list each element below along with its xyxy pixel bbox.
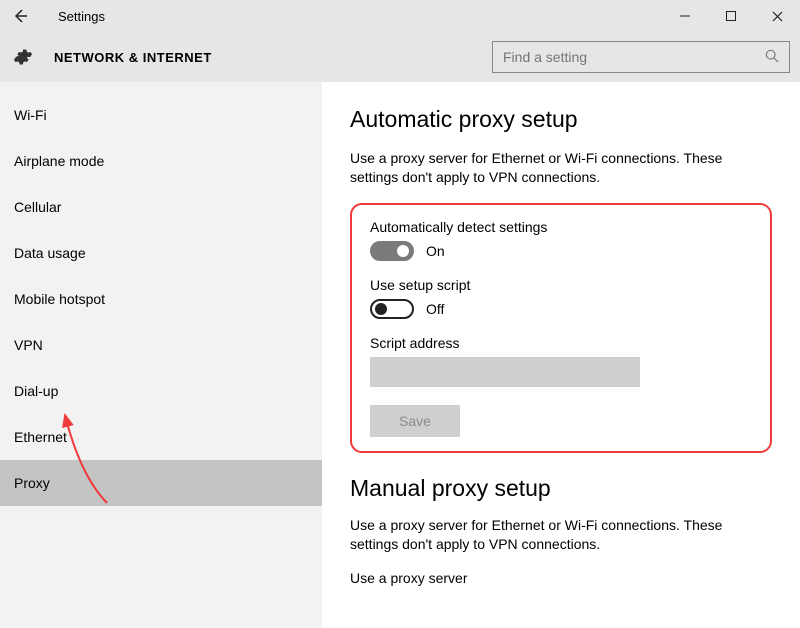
sidebar-item-dialup[interactable]: Dial-up	[0, 368, 322, 414]
sidebar-item-label: Ethernet	[14, 429, 67, 445]
sidebar-item-airplane[interactable]: Airplane mode	[0, 138, 322, 184]
sidebar-item-wifi[interactable]: Wi-Fi	[0, 92, 322, 138]
detect-toggle-state: On	[426, 243, 445, 259]
back-button[interactable]	[0, 0, 40, 32]
detect-toggle[interactable]	[370, 241, 414, 261]
sidebar-item-hotspot[interactable]: Mobile hotspot	[0, 276, 322, 322]
script-address-label: Script address	[370, 335, 752, 351]
script-toggle-label: Use setup script	[370, 277, 752, 293]
maximize-button[interactable]	[708, 0, 754, 32]
sidebar-item-ethernet[interactable]: Ethernet	[0, 414, 322, 460]
heading-auto-proxy: Automatic proxy setup	[350, 106, 772, 133]
sidebar-item-datausage[interactable]: Data usage	[0, 230, 322, 276]
window-controls	[662, 0, 800, 32]
window-title: Settings	[58, 9, 105, 24]
detect-label: Automatically detect settings	[370, 219, 752, 235]
sidebar-item-label: Airplane mode	[14, 153, 104, 169]
sidebar-item-label: Data usage	[14, 245, 86, 261]
section-title: NETWORK & INTERNET	[54, 50, 212, 65]
manual-proxy-desc: Use a proxy server for Ethernet or Wi-Fi…	[350, 516, 772, 554]
script-toggle[interactable]	[370, 299, 414, 319]
sidebar-item-cellular[interactable]: Cellular	[0, 184, 322, 230]
script-address-input[interactable]	[370, 357, 640, 387]
sidebar-item-proxy[interactable]: Proxy	[0, 460, 322, 506]
sidebar-item-vpn[interactable]: VPN	[0, 322, 322, 368]
annotation-highlight-box: Automatically detect settings On Use set…	[350, 203, 772, 453]
sidebar-item-label: Wi-Fi	[14, 107, 47, 123]
search-icon	[755, 49, 789, 66]
search-box[interactable]	[492, 41, 790, 73]
close-button[interactable]	[754, 0, 800, 32]
sidebar-item-label: VPN	[14, 337, 43, 353]
save-button[interactable]: Save	[370, 405, 460, 437]
gear-icon	[12, 46, 34, 68]
sidebar-item-label: Cellular	[14, 199, 61, 215]
sidebar: Wi-Fi Airplane mode Cellular Data usage …	[0, 82, 322, 628]
sidebar-item-label: Dial-up	[14, 383, 58, 399]
arrow-left-icon	[11, 7, 29, 25]
content: Automatic proxy setup Use a proxy server…	[322, 82, 800, 628]
script-toggle-state: Off	[426, 301, 444, 317]
sidebar-item-label: Mobile hotspot	[14, 291, 105, 307]
body: Wi-Fi Airplane mode Cellular Data usage …	[0, 82, 800, 628]
header: NETWORK & INTERNET	[0, 32, 800, 82]
auto-proxy-desc: Use a proxy server for Ethernet or Wi-Fi…	[350, 149, 772, 187]
manual-use-label: Use a proxy server	[350, 570, 772, 586]
minimize-button[interactable]	[662, 0, 708, 32]
heading-manual-proxy: Manual proxy setup	[350, 475, 772, 502]
search-input[interactable]	[493, 49, 755, 65]
sidebar-item-label: Proxy	[14, 475, 50, 491]
titlebar: Settings	[0, 0, 800, 32]
